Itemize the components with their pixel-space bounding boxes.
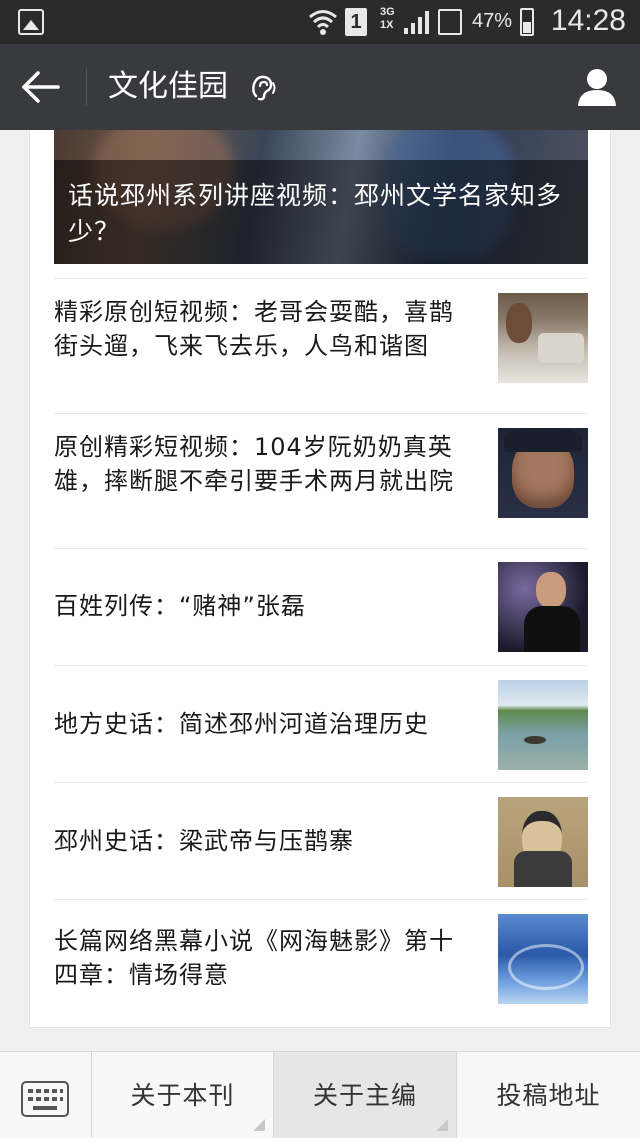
menu-item-label: 关于主编 — [312, 1081, 417, 1110]
signal-icon — [404, 11, 429, 34]
article-thumbnail — [498, 680, 588, 770]
cover-article[interactable]: 话说邳州系列讲座视频：邳州文学名家知多少？ — [54, 130, 588, 264]
article-title: 地方史话：简述邳州河道治理历史 — [54, 710, 429, 738]
article-title: 百姓列传：“赌神”张磊 — [54, 592, 306, 620]
top-bar: 文化佳园 — [0, 44, 640, 130]
gallery-notification-icon — [18, 9, 44, 35]
submenu-indicator-icon — [253, 1119, 265, 1131]
hd-call-icon — [438, 9, 462, 35]
menu-item-label: 关于本刊 — [130, 1081, 235, 1110]
ear-icon[interactable] — [250, 74, 278, 102]
list-item[interactable]: 精彩原创短视频：老哥会耍酷，喜鹊街头遛，飞来飞去乐，人鸟和谐图 — [54, 278, 588, 413]
article-thumbnail — [498, 428, 588, 518]
article-list-card: 话说邳州系列讲座视频：邳州文学名家知多少？ 精彩原创短视频：老哥会耍酷，喜鹊街头… — [29, 130, 611, 1028]
menu-about-editor[interactable]: 关于主编 — [274, 1052, 457, 1138]
article-thumbnail — [498, 914, 588, 1004]
clock: 14:28 — [550, 4, 626, 37]
menu-submission-address[interactable]: 投稿地址 — [457, 1052, 640, 1138]
network-type-top: 3G — [380, 6, 395, 18]
back-arrow-icon[interactable] — [20, 67, 64, 107]
network-type-bottom: 1X — [380, 19, 394, 31]
page-title: 文化佳园 — [108, 69, 228, 104]
keyboard-icon — [21, 1081, 69, 1117]
wifi-icon — [309, 10, 337, 35]
battery-icon — [520, 8, 534, 36]
article-thumbnail — [498, 797, 588, 887]
sim-slot-indicator: 1 — [345, 8, 367, 36]
list-item[interactable]: 原创精彩短视频：104岁阮奶奶真英雄，摔断腿不牵引要手术两月就出院 — [54, 413, 588, 548]
menu-about-journal[interactable]: 关于本刊 — [92, 1052, 274, 1138]
network-type: 3G 1X — [380, 6, 395, 32]
article-title: 原创精彩短视频：104岁阮奶奶真英雄，摔断腿不牵引要手术两月就出院 — [54, 433, 454, 495]
battery-percentage: 47% — [472, 10, 513, 32]
article-thumbnail — [498, 293, 588, 383]
list-item[interactable]: 长篇网络黑幕小说《网海魅影》第十四章：情场得意 — [54, 899, 588, 1016]
list-item[interactable]: 邳州史话：梁武帝与压鹊寨 — [54, 782, 588, 899]
article-title: 长篇网络黑幕小说《网海魅影》第十四章：情场得意 — [54, 927, 454, 989]
article-title: 精彩原创短视频：老哥会耍酷，喜鹊街头遛，飞来飞去乐，人鸟和谐图 — [54, 298, 454, 360]
keyboard-toggle-button[interactable] — [0, 1052, 92, 1138]
profile-icon[interactable] — [576, 66, 618, 108]
status-bar: 1 3G 1X 47% 14:28 — [0, 0, 640, 44]
article-thumbnail — [498, 562, 588, 652]
cover-article-title: 话说邳州系列讲座视频：邳州文学名家知多少？ — [68, 181, 563, 246]
article-title: 邳州史话：梁武帝与压鹊寨 — [54, 827, 354, 855]
menu-item-label: 投稿地址 — [496, 1081, 601, 1110]
header-divider — [86, 68, 87, 106]
list-item[interactable]: 百姓列传：“赌神”张磊 — [54, 548, 588, 665]
bottom-menu: 关于本刊 关于主编 投稿地址 — [0, 1051, 640, 1138]
submenu-indicator-icon — [436, 1119, 448, 1131]
list-item[interactable]: 地方史话：简述邳州河道治理历史 — [54, 665, 588, 782]
